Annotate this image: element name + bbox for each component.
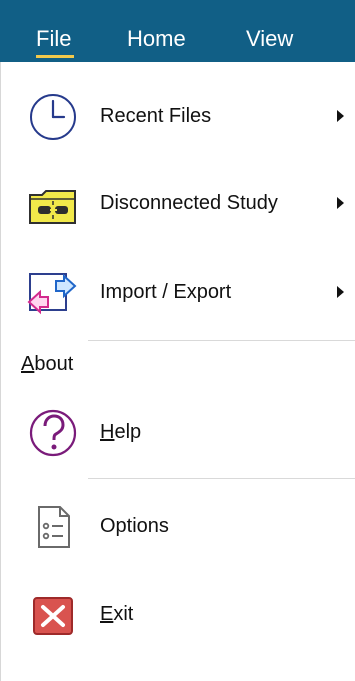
active-tab-indicator (36, 55, 74, 58)
exit-access-key: E (100, 603, 114, 625)
chevron-right-icon (337, 197, 344, 209)
exit-icon (33, 597, 73, 635)
menu-separator (88, 478, 355, 479)
import-export-icon (27, 273, 77, 315)
tab-view[interactable]: View (246, 26, 293, 52)
exit-label-rest: xit (113, 603, 134, 625)
recent-files-label: Recent Files (100, 105, 212, 127)
import-export-label: Import / Export (100, 281, 232, 303)
menu-item-recent-files[interactable]: Recent Files (1, 82, 355, 152)
about-section-title: About (21, 352, 73, 376)
menu-item-import-export[interactable]: Import / Export (1, 258, 355, 328)
exit-label: Exit (100, 602, 133, 626)
file-menu: Recent Files Disconnected Study Import /… (0, 62, 355, 681)
menu-item-options[interactable]: Options (1, 492, 355, 562)
menu-item-disconnected-study[interactable]: Disconnected Study (1, 169, 355, 239)
tab-home-label: Home (127, 26, 186, 51)
menu-separator (88, 340, 355, 341)
tab-view-label: View (246, 26, 294, 51)
clock-icon (30, 94, 76, 140)
tab-file-label: File (36, 26, 72, 51)
tab-home[interactable]: Home (127, 26, 186, 52)
help-access-key: H (100, 421, 115, 443)
menu-item-exit[interactable]: Exit (1, 580, 355, 650)
help-label-rest: elp (114, 421, 142, 443)
chevron-right-icon (337, 286, 344, 298)
tab-file[interactable]: File (36, 26, 74, 58)
about-title-rest: bout (34, 353, 74, 375)
chevron-right-icon (337, 110, 344, 122)
menu-item-help[interactable]: Help (1, 398, 355, 468)
help-label: Help (100, 420, 141, 444)
help-icon (29, 409, 77, 457)
options-label: Options (100, 515, 169, 537)
disconnected-study-label: Disconnected Study (100, 192, 278, 214)
disconnected-study-icon (29, 190, 76, 224)
ribbon-tab-bar: File Home View (0, 0, 355, 62)
about-access-key: A (21, 353, 35, 375)
options-icon (38, 506, 70, 548)
